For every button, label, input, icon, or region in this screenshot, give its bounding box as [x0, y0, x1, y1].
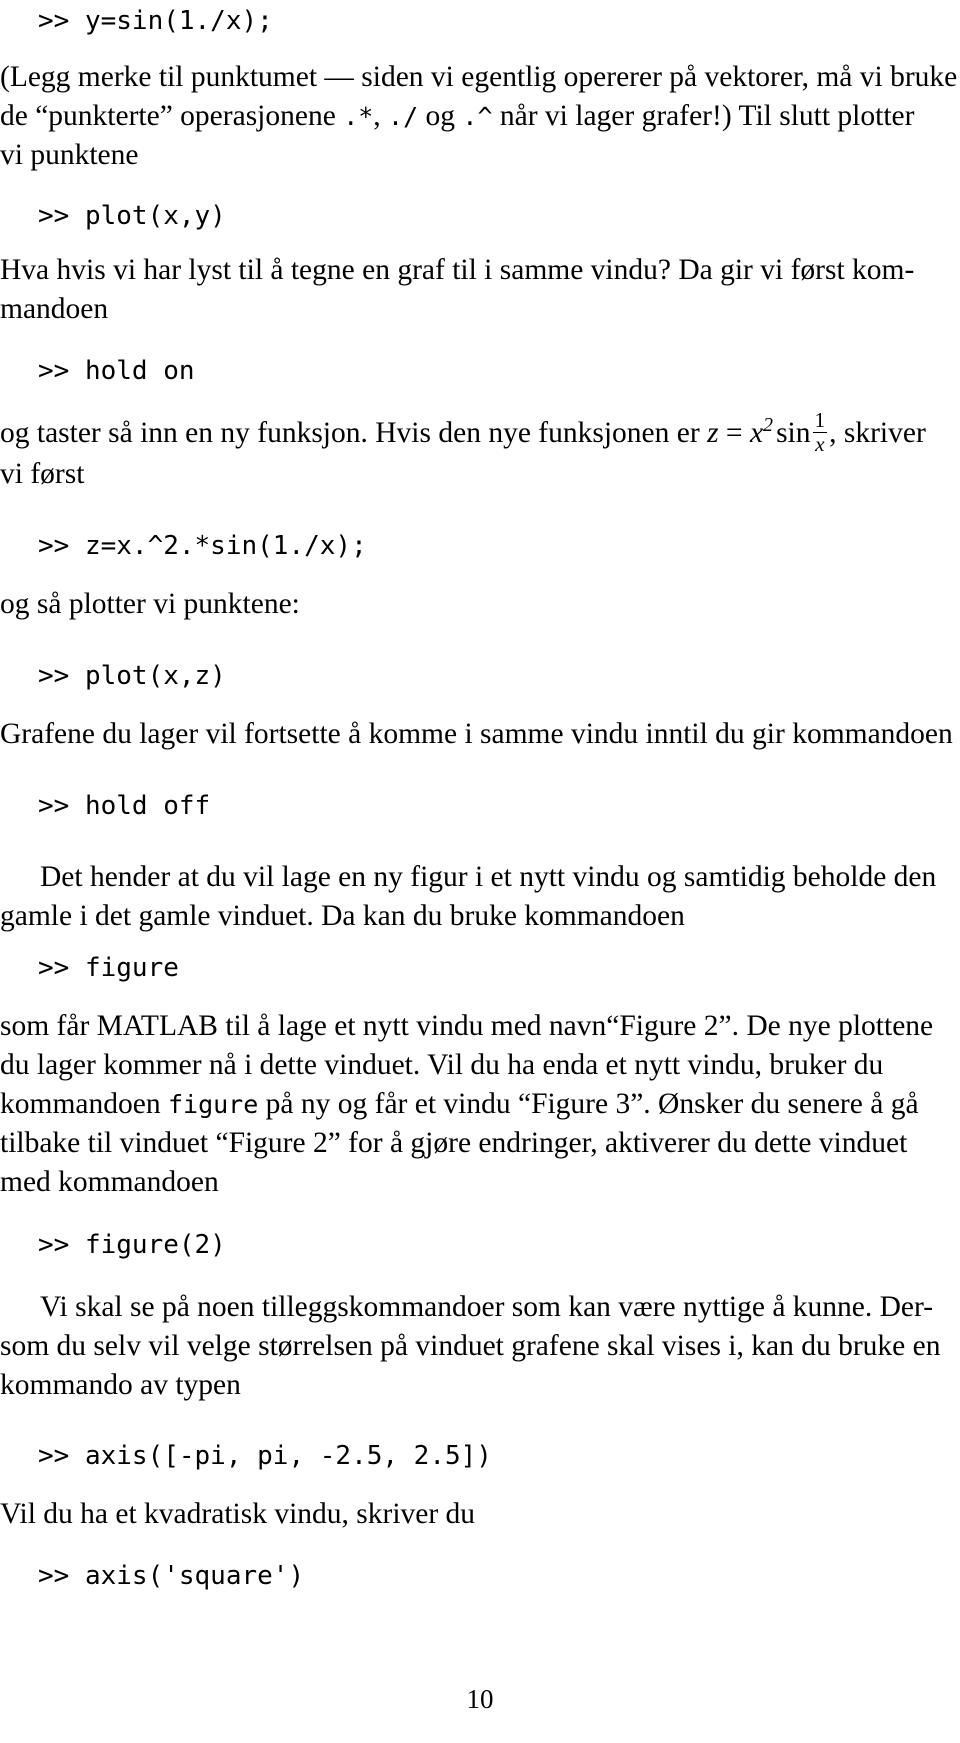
code-line-hold-off: >> hold off — [38, 791, 211, 821]
math-numerator: 1 — [814, 408, 826, 433]
code-line-hold-on: >> hold on — [38, 356, 195, 386]
paragraph-text: på ny og får et vindu “Figure 3”. Ønsker… — [258, 1088, 919, 1120]
page-number: 10 — [466, 1684, 494, 1714]
paragraph-text: som får MATLAB til å lage et nytt vindu … — [0, 1010, 934, 1042]
math-variable-x: x — [749, 416, 764, 449]
code-line-z-assign: >> z=x.^2.*sin(1./x); — [38, 531, 367, 561]
code-line-figure: >> figure — [38, 953, 179, 983]
paragraph-text: og taster så inn en ny funksjon. Hvis de… — [0, 416, 708, 449]
paragraph-line: (Legg merke til punktumet — siden vi ege… — [0, 58, 960, 97]
paragraph-line: kommando av typen — [0, 1366, 960, 1405]
paragraph-som-faar-matlab: som får MATLAB til å lage et nytt vindu … — [0, 1007, 960, 1202]
paragraph-text: vi først — [0, 458, 85, 491]
paragraph-vi-skal-se: Vi skal se på noen tilleggskommandoer so… — [0, 1288, 960, 1405]
paragraph-text: tilbake til vinduet “Figure 2” for å gjø… — [0, 1127, 908, 1159]
paragraph-line: du lager kommer nå i dette vinduet. Vil … — [0, 1046, 960, 1085]
code-line-plot-xz: >> plot(x,z) — [38, 661, 226, 691]
inline-code-dot-divide: ./ — [388, 102, 419, 131]
paragraph-det-hender: Det hender at du vil lage en ny figur i … — [0, 858, 960, 936]
paragraph-text: Vil du ha et kvadratisk vindu, skriver d… — [0, 1498, 476, 1530]
paragraph-line: tilbake til vinduet “Figure 2” for å gjø… — [0, 1124, 960, 1163]
paragraph-text: Vi skal se på noen tilleggskommandoer so… — [40, 1291, 934, 1323]
math-sin: sin — [776, 416, 811, 449]
paragraph-text: med kommandoen — [0, 1166, 219, 1198]
code-line-plot-xy: >> plot(x,y) — [38, 201, 226, 231]
paragraph-line: vi punktene — [0, 136, 960, 175]
paragraph-line: og taster så inn en ny funksjon. Hvis de… — [0, 406, 960, 455]
inline-code-dot-times: .* — [343, 102, 374, 131]
math-equals: = — [718, 416, 750, 449]
paragraph-vil-du-ha: Vil du ha et kvadratisk vindu, skriver d… — [0, 1495, 960, 1534]
paragraph-text: mandoen — [0, 293, 109, 325]
paragraph-line: gamle i det gamle vinduet. Da kan du bru… — [0, 897, 960, 936]
paragraph-line: Det hender at du vil lage en ny figur i … — [0, 858, 960, 897]
paragraph-line: vi først — [0, 455, 960, 494]
math-variable-z: z — [707, 416, 719, 449]
paragraph-text: de “punkterte” operasjonene — [0, 100, 344, 132]
code-line-y-sin: >> y=sin(1./x); — [38, 6, 273, 36]
paragraph-text: Grafene du lager vil fortsette å komme i… — [0, 718, 953, 750]
paragraph-text: kommandoen — [0, 1088, 168, 1120]
paragraph-line: Vi skal se på noen tilleggskommandoer so… — [0, 1288, 960, 1327]
paragraph-line: mandoen — [0, 290, 960, 329]
paragraph-legg-merke: (Legg merke til punktumet — siden vi ege… — [0, 58, 960, 175]
paragraph-text: når vi lager grafer!) Til slutt plotter — [492, 100, 915, 132]
paragraph-text: vi punktene — [0, 139, 139, 171]
paragraph-text: som du selv vil velge størrelsen på vind… — [0, 1330, 941, 1362]
paragraph-grafene-du-lager: Grafene du lager vil fortsette å komme i… — [0, 715, 960, 754]
paragraph-text: Det hender at du vil lage en ny figur i … — [40, 861, 937, 893]
paragraph-text: (Legg merke til punktumet — siden vi ege… — [0, 61, 958, 93]
paragraph-text: , skriver — [829, 416, 926, 449]
inline-code-figure: figure — [167, 1090, 259, 1119]
paragraph-og-saa-plotter: og så plotter vi punktene: — [0, 585, 960, 624]
paragraph-hva-hvis: Hva hvis vi har lyst til å tegne en graf… — [0, 251, 960, 329]
math-fraction-one-over-x: 1x — [812, 408, 828, 456]
paragraph-line: kommandoen figure på ny og får et vindu … — [0, 1085, 960, 1124]
paragraph-line: som du selv vil velge størrelsen på vind… — [0, 1327, 960, 1366]
paragraph-text: og så plotter vi punktene: — [0, 588, 300, 620]
math-formula: z = x2 sin 1 x — [707, 409, 829, 455]
paragraph-text: og — [418, 100, 463, 132]
inline-code-dot-power: .^ — [462, 102, 493, 131]
paragraph-text: kommando av typen — [0, 1369, 241, 1401]
math-denominator: x — [812, 431, 828, 456]
paragraph-line: og så plotter vi punktene: — [0, 585, 960, 624]
code-line-figure-2: >> figure(2) — [38, 1230, 226, 1260]
math-exponent: 2 — [763, 414, 774, 436]
document-page: >> y=sin(1./x); (Legg merke til punktume… — [0, 0, 960, 1743]
paragraph-line: de “punkterte” operasjonene .*, ./ og .^… — [0, 97, 960, 136]
code-line-axis-square: >> axis('square') — [38, 1561, 305, 1591]
paragraph-line: med kommandoen — [0, 1163, 960, 1202]
paragraph-line: som får MATLAB til å lage et nytt vindu … — [0, 1007, 960, 1046]
paragraph-text: gamle i det gamle vinduet. Da kan du bru… — [0, 900, 685, 932]
paragraph-line: Hva hvis vi har lyst til å tegne en graf… — [0, 251, 960, 290]
paragraph-line: Vil du ha et kvadratisk vindu, skriver d… — [0, 1495, 960, 1534]
paragraph-text: du lager kommer nå i dette vinduet. Vil … — [0, 1049, 884, 1081]
paragraph-text: , — [373, 100, 389, 132]
paragraph-text: Hva hvis vi har lyst til å tegne en graf… — [0, 254, 915, 286]
paragraph-og-taster: og taster så inn en ny funksjon. Hvis de… — [0, 406, 960, 494]
paragraph-line: Grafene du lager vil fortsette å komme i… — [0, 715, 960, 754]
code-line-axis-limits: >> axis([-pi, pi, -2.5, 2.5]) — [38, 1441, 492, 1471]
